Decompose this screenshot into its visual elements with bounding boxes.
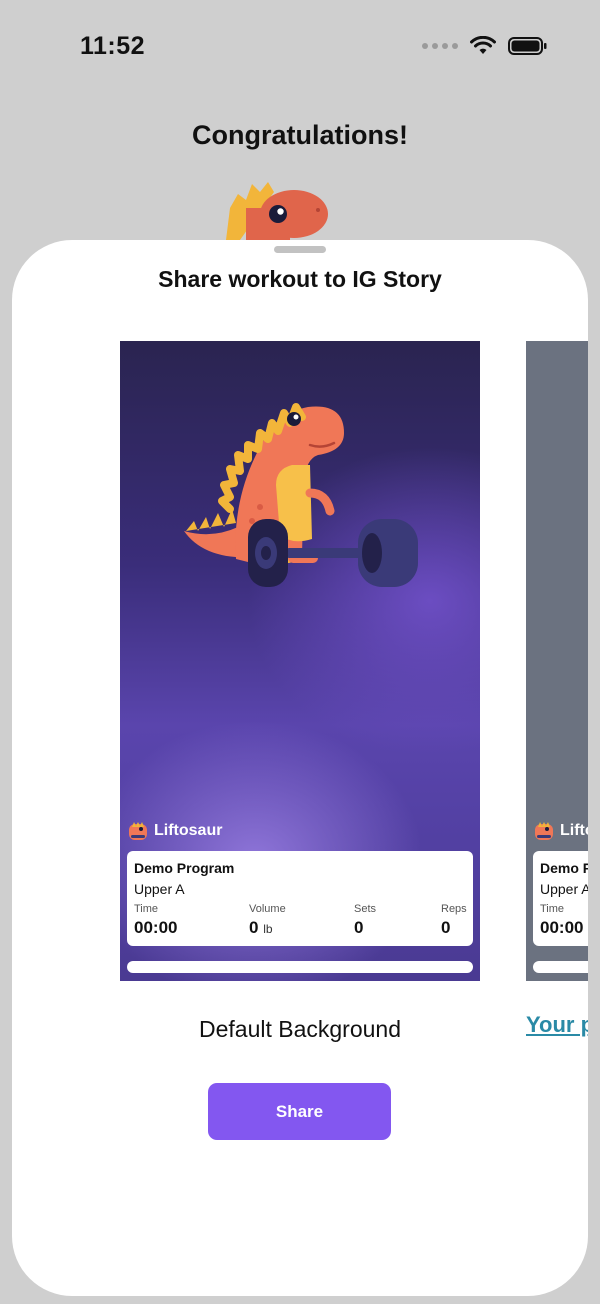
time-value: 00:00	[134, 918, 178, 937]
bottom-pill	[127, 961, 473, 973]
brand: Liftosaur	[128, 821, 222, 841]
volume-label: Volume	[249, 903, 286, 915]
story-card-custom[interactable]: Lifto Demo P Upper A Time 00:00	[526, 341, 588, 981]
card-caption-default: Default Background	[198, 1016, 401, 1042]
cellular-signal-icon	[422, 43, 458, 49]
liftosaur-logo-icon	[129, 822, 147, 840]
share-button[interactable]: Share	[208, 1083, 391, 1140]
brand-label: Liftosaur	[154, 822, 223, 839]
brand: Lifto	[534, 821, 588, 841]
bottom-pill	[533, 961, 588, 973]
volume-value: 0 lb	[249, 918, 273, 938]
status-icons	[422, 36, 548, 56]
brand-label: Lifto	[560, 822, 588, 839]
status-bar: 11:52	[0, 0, 600, 96]
drag-handle[interactable]	[274, 246, 326, 253]
reps-label: Reps	[441, 903, 467, 915]
volume-unit: lb	[263, 922, 273, 936]
status-time: 11:52	[80, 32, 146, 60]
sets-label: Sets	[354, 903, 377, 915]
share-sheet: Share workout to IG Story Liftosaur Demo…	[12, 240, 588, 1296]
congratulations-title: Congratulations!	[192, 120, 408, 150]
time-value: 00:00	[540, 918, 584, 937]
dino-lifting-barbell-icon	[184, 403, 418, 587]
workout-stats-box: Demo P Upper A Time 00:00	[533, 851, 588, 946]
time-label: Time	[134, 903, 159, 915]
wifi-icon	[470, 36, 496, 54]
time-label: Time	[540, 903, 565, 915]
battery-icon	[508, 37, 547, 55]
workout-stats-box: Demo Program Upper A Time 00:00 Volume 0…	[127, 851, 473, 946]
card-caption-custom-link[interactable]: Your p	[526, 1012, 588, 1038]
volume-number: 0	[249, 918, 259, 937]
day-name: Upper A	[540, 881, 588, 897]
sheet-title: Share workout to IG Story	[158, 266, 442, 292]
dino-mascot-icon	[226, 182, 328, 240]
program-name: Demo Program	[134, 860, 235, 876]
reps-value: 0	[441, 918, 451, 937]
day-name: Upper A	[134, 881, 185, 897]
sets-value: 0	[354, 918, 364, 937]
liftosaur-logo-icon	[535, 822, 553, 840]
program-name: Demo P	[540, 860, 588, 876]
story-card-default[interactable]: Liftosaur Demo Program Upper A Time 00:0…	[120, 341, 480, 981]
